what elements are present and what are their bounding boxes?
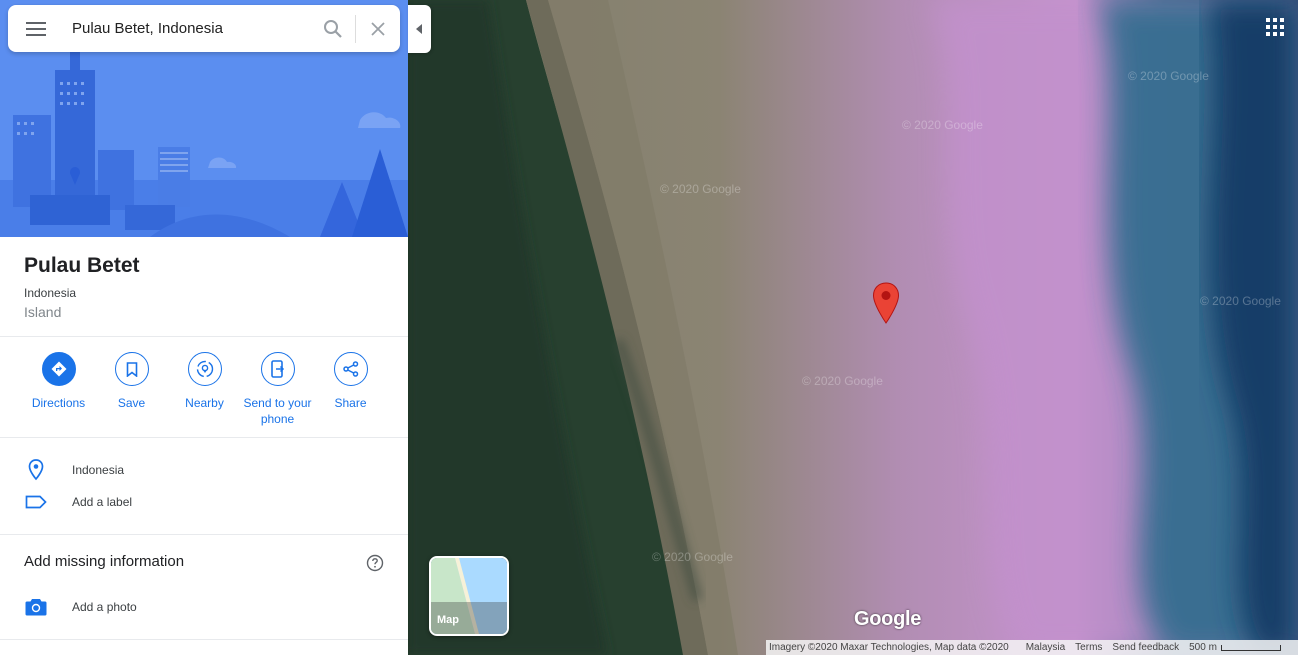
map-watermark: © 2020 Google xyxy=(1128,69,1209,83)
directions-label: Directions xyxy=(31,396,86,410)
address-row[interactable]: Indonesia xyxy=(24,458,124,482)
send-to-phone-label: Send to your phone xyxy=(243,396,312,426)
directions-icon xyxy=(41,352,76,386)
map-footer: Imagery ©2020 Maxar Technologies, Map da… xyxy=(766,640,1298,655)
map-watermark: © 2020 Google xyxy=(652,550,733,564)
divider xyxy=(0,639,408,640)
country-link[interactable]: Malaysia xyxy=(1026,642,1065,653)
close-icon xyxy=(371,21,385,36)
side-panel: Pulau Betet Indonesia Island Directions … xyxy=(0,0,408,655)
nearby-icon xyxy=(187,352,222,386)
send-to-phone-icon xyxy=(260,352,295,386)
clear-search-button[interactable] xyxy=(356,5,400,52)
place-header: Pulau Betet Indonesia Island xyxy=(24,254,140,320)
nearby-label: Nearby xyxy=(185,396,224,410)
map-watermark: © 2020 Google xyxy=(1200,294,1281,308)
chevron-left-icon xyxy=(415,24,422,34)
share-icon xyxy=(333,352,368,386)
search-button[interactable] xyxy=(311,5,355,52)
map-watermark: © 2020 Google xyxy=(902,118,983,132)
satellite-imagery xyxy=(408,0,1298,655)
add-label-text: Add a label xyxy=(72,495,133,509)
add-photo-text: Add a photo xyxy=(72,600,137,614)
place-title: Pulau Betet xyxy=(24,254,140,277)
divider xyxy=(0,534,408,535)
collapse-panel-button[interactable] xyxy=(408,5,431,53)
map-watermark: © 2020 Google xyxy=(802,374,883,388)
save-button[interactable]: Save xyxy=(95,352,168,427)
send-feedback-link[interactable]: Send feedback xyxy=(1112,642,1179,653)
divider xyxy=(0,437,408,438)
add-photo-row[interactable]: Add a photo xyxy=(24,595,137,619)
camera-icon xyxy=(24,595,48,619)
location-marker-icon[interactable] xyxy=(872,282,900,324)
share-label: Share xyxy=(334,396,367,410)
satellite-map[interactable] xyxy=(408,0,1298,655)
bookmark-icon xyxy=(114,352,149,386)
search-box xyxy=(8,5,400,52)
label-icon xyxy=(24,490,48,514)
apps-grid-icon[interactable] xyxy=(1266,18,1284,36)
action-bar: Directions Save Nearby Send to your phon… xyxy=(22,352,394,427)
location-pin-icon xyxy=(24,458,48,482)
menu-icon xyxy=(26,21,46,36)
google-logo: Google xyxy=(854,608,922,630)
place-category[interactable]: Island xyxy=(24,304,140,320)
help-icon[interactable] xyxy=(366,554,384,572)
search-input[interactable] xyxy=(64,13,311,44)
scale-label[interactable]: 500 m xyxy=(1189,642,1217,653)
missing-info-heading: Add missing information xyxy=(24,553,185,570)
save-label: Save xyxy=(117,396,146,410)
map-view-toggle[interactable]: Map xyxy=(429,556,509,636)
directions-button[interactable]: Directions xyxy=(22,352,95,427)
menu-button[interactable] xyxy=(8,5,64,52)
share-button[interactable]: Share xyxy=(314,352,387,427)
divider xyxy=(0,336,408,337)
scale-bar xyxy=(1220,644,1281,651)
send-to-phone-button[interactable]: Send to your phone xyxy=(241,352,314,427)
attribution-text: Imagery ©2020 Maxar Technologies, Map da… xyxy=(769,642,1009,653)
address-text: Indonesia xyxy=(72,463,125,477)
search-icon xyxy=(324,19,342,38)
minimap-label: Map xyxy=(437,614,459,626)
add-label-row[interactable]: Add a label xyxy=(24,490,132,514)
place-region: Indonesia xyxy=(24,286,77,300)
nearby-button[interactable]: Nearby xyxy=(168,352,241,427)
terms-link[interactable]: Terms xyxy=(1075,642,1102,653)
map-watermark: © 2020 Google xyxy=(660,182,741,196)
